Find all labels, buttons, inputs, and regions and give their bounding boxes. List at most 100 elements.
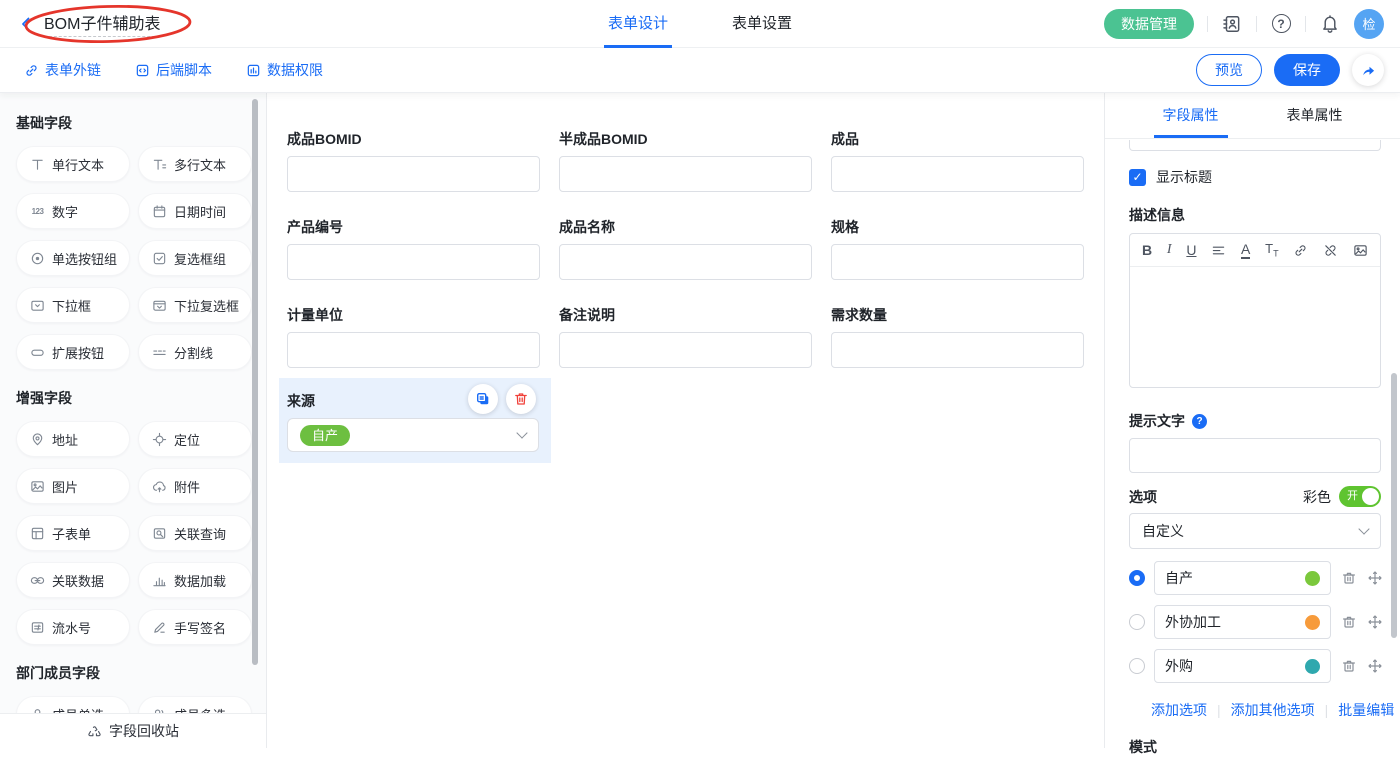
- italic-icon[interactable]: I: [1167, 243, 1172, 257]
- field-recycle-bin[interactable]: 字段回收站: [0, 713, 266, 748]
- canvas-field[interactable]: 规格: [831, 217, 1084, 280]
- field-item-multi-text[interactable]: 多行文本: [138, 146, 252, 182]
- field-item-subform[interactable]: 子表单: [16, 515, 130, 551]
- field-item-datetime[interactable]: 日期时间: [138, 193, 252, 229]
- text-input-preview[interactable]: [559, 156, 812, 192]
- canvas-field[interactable]: 成品名称: [559, 217, 812, 280]
- canvas-field[interactable]: 需求数量: [831, 305, 1084, 368]
- hint-help-icon[interactable]: ?: [1192, 414, 1207, 429]
- back-icon[interactable]: [18, 16, 34, 32]
- bold-icon[interactable]: B: [1142, 243, 1152, 257]
- option-move-icon[interactable]: [1367, 570, 1383, 586]
- option-radio[interactable]: [1129, 658, 1145, 674]
- text-input-preview[interactable]: [831, 332, 1084, 368]
- text-input-preview[interactable]: [831, 156, 1084, 192]
- add-option-link[interactable]: 添加选项: [1151, 700, 1207, 720]
- field-item-linked-data[interactable]: 关联数据: [16, 562, 130, 598]
- text-input-preview[interactable]: [287, 332, 540, 368]
- field-item-radio-group[interactable]: 单选按钮组: [16, 240, 130, 276]
- form-external-link[interactable]: 表单外链: [24, 60, 101, 80]
- color-toggle[interactable]: 开: [1339, 486, 1381, 507]
- option-delete-icon[interactable]: [1341, 570, 1357, 586]
- text-input-preview[interactable]: [831, 244, 1084, 280]
- app-header: BOM子件辅助表 表单设计 表单设置 数据管理 ? 检: [0, 0, 1400, 48]
- text-input-preview[interactable]: [559, 244, 812, 280]
- description-rich-text-editor[interactable]: B I U A TT: [1129, 233, 1381, 388]
- font-color-icon[interactable]: A: [1241, 242, 1250, 259]
- option-delete-icon[interactable]: [1341, 614, 1357, 630]
- delete-field-button[interactable]: [506, 384, 536, 414]
- option-color-dot[interactable]: [1305, 615, 1320, 630]
- batch-edit-link[interactable]: 批量编辑: [1338, 700, 1394, 720]
- text-input-preview[interactable]: [559, 332, 812, 368]
- save-button[interactable]: 保存: [1274, 54, 1340, 86]
- option-label-input[interactable]: 外购: [1154, 649, 1331, 683]
- selected-field-source[interactable]: 来源 自产: [279, 378, 551, 463]
- field-item-single-text[interactable]: 单行文本: [16, 146, 130, 182]
- add-other-option-link[interactable]: 添加其他选项: [1231, 700, 1315, 720]
- page-title[interactable]: BOM子件辅助表: [44, 10, 160, 37]
- share-arrow-icon: [1360, 62, 1376, 78]
- insert-link-icon[interactable]: [1293, 243, 1308, 258]
- address-book-icon[interactable]: [1221, 13, 1243, 35]
- sidebar-scrollbar[interactable]: [252, 99, 258, 665]
- canvas-field[interactable]: 计量单位: [287, 305, 540, 368]
- field-title-input-partial[interactable]: [1129, 140, 1381, 151]
- field-item-select[interactable]: 下拉框: [16, 287, 130, 323]
- field-item-image[interactable]: 图片: [16, 468, 130, 504]
- underline-icon[interactable]: U: [1186, 243, 1196, 257]
- field-item-address[interactable]: 地址: [16, 421, 130, 457]
- field-item-divider[interactable]: 分割线: [138, 334, 252, 370]
- backend-script-link[interactable]: 后端脚本: [135, 60, 212, 80]
- tab-field-properties[interactable]: 字段属性: [1154, 93, 1228, 138]
- hint-text-input[interactable]: [1129, 438, 1381, 473]
- canvas-field[interactable]: 成品: [831, 129, 1084, 192]
- field-item-lookup-query[interactable]: 关联查询: [138, 515, 252, 551]
- option-color-dot[interactable]: [1305, 571, 1320, 586]
- source-select-preview[interactable]: 自产: [287, 418, 539, 452]
- canvas-field[interactable]: 产品编号: [287, 217, 540, 280]
- duplicate-field-button[interactable]: [468, 384, 498, 414]
- field-item-serial-number[interactable]: 流水号: [16, 609, 130, 645]
- text-input-preview[interactable]: [287, 156, 540, 192]
- field-item-data-load[interactable]: 数据加载: [138, 562, 252, 598]
- option-move-icon[interactable]: [1367, 658, 1383, 674]
- option-radio[interactable]: [1129, 614, 1145, 630]
- option-label-input[interactable]: 自产: [1154, 561, 1331, 595]
- field-item-extend-button[interactable]: 扩展按钮: [16, 334, 130, 370]
- form-design-canvas[interactable]: 成品BOMID 半成品BOMID 成品 产品编号 成品名称 规格 计量单位 备注…: [267, 93, 1104, 748]
- data-manage-button[interactable]: 数据管理: [1104, 9, 1194, 39]
- show-title-checkbox[interactable]: ✓ 显示标题: [1129, 167, 1212, 187]
- preview-button[interactable]: 预览: [1196, 54, 1262, 86]
- field-item-number[interactable]: 123数字: [16, 193, 130, 229]
- tab-form-design[interactable]: 表单设计: [604, 0, 672, 48]
- canvas-field[interactable]: 备注说明: [559, 305, 812, 368]
- field-item-checkbox-group[interactable]: 复选框组: [138, 240, 252, 276]
- field-item-locate[interactable]: 定位: [138, 421, 252, 457]
- option-source-select[interactable]: 自定义: [1129, 513, 1381, 549]
- canvas-field[interactable]: 半成品BOMID: [559, 129, 812, 192]
- field-item-multi-select[interactable]: 下拉复选框: [138, 287, 252, 323]
- remove-link-icon[interactable]: [1323, 243, 1338, 258]
- notification-bell-icon[interactable]: [1319, 13, 1341, 35]
- option-delete-icon[interactable]: [1341, 658, 1357, 674]
- text-input-preview[interactable]: [287, 244, 540, 280]
- option-radio-selected[interactable]: [1129, 570, 1145, 586]
- user-avatar[interactable]: 检: [1354, 9, 1384, 39]
- font-size-icon[interactable]: TT: [1265, 242, 1278, 259]
- tab-form-settings[interactable]: 表单设置: [728, 0, 796, 48]
- data-permission-link[interactable]: 数据权限: [246, 60, 323, 80]
- canvas-field[interactable]: 成品BOMID: [287, 129, 540, 192]
- option-move-icon[interactable]: [1367, 614, 1383, 630]
- insert-image-icon[interactable]: [1353, 243, 1368, 258]
- panel-scrollbar[interactable]: [1391, 373, 1397, 638]
- option-label-input[interactable]: 外协加工: [1154, 605, 1331, 639]
- option-color-dot[interactable]: [1305, 659, 1320, 674]
- field-item-signature[interactable]: 手写签名: [138, 609, 252, 645]
- align-icon[interactable]: [1211, 243, 1226, 258]
- editor-body[interactable]: [1130, 267, 1380, 387]
- share-button[interactable]: [1352, 54, 1384, 86]
- tab-form-properties[interactable]: 表单属性: [1278, 93, 1352, 138]
- field-item-attachment[interactable]: 附件: [138, 468, 252, 504]
- help-icon[interactable]: ?: [1270, 13, 1292, 35]
